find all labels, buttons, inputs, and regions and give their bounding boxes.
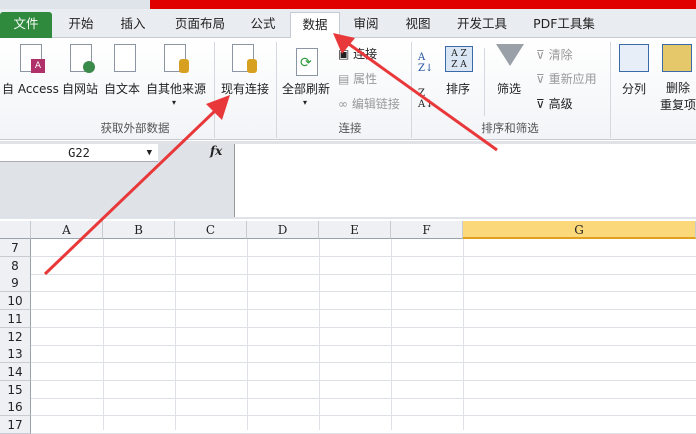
annotation-arrows [43,33,498,276]
arrow-to-existing-connections [43,95,230,276]
arrow-to-data-tab [333,33,498,152]
